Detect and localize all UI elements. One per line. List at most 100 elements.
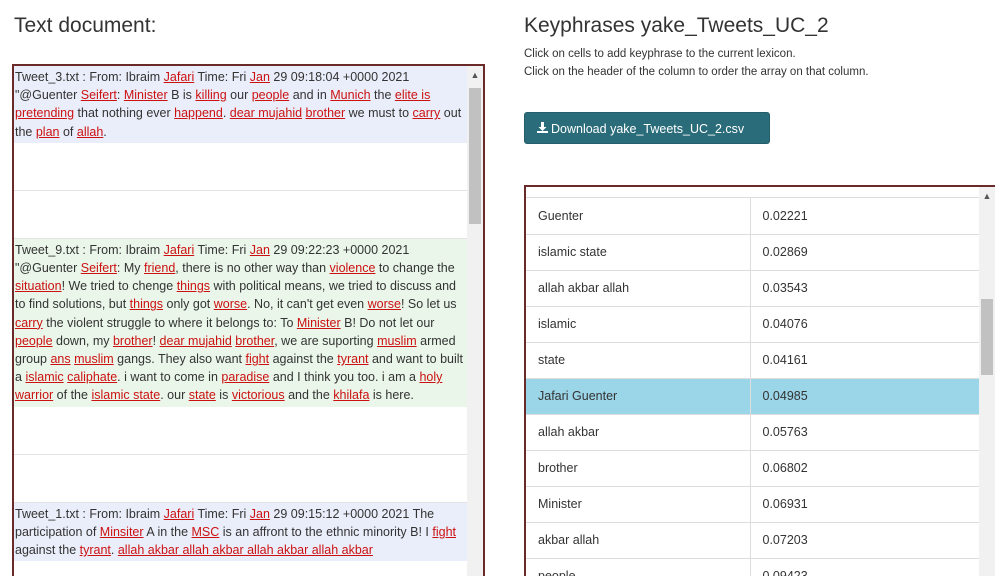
keyword-link[interactable]: caliphate [67, 370, 117, 384]
scroll-up-icon[interactable]: ▲ [467, 68, 483, 82]
keyword-link[interactable]: plan [36, 125, 60, 139]
keyword-link[interactable]: paradise [221, 370, 269, 384]
keyword-link[interactable]: Minsiter [100, 525, 144, 539]
keyword-link[interactable]: warrior [15, 388, 53, 402]
score-cell[interactable]: 0.05763 [750, 414, 980, 451]
hint-order-column: Click on the header of the column to ord… [524, 66, 869, 78]
keyword-link[interactable]: fight [432, 525, 456, 539]
table-row[interactable]: akbar allah 0.07203 [526, 522, 980, 559]
table-row[interactable]: islamic 0.04076 [526, 306, 980, 343]
keyword-link[interactable]: islamic [25, 370, 63, 384]
tweet-text: Tweet_3.txt : From: Ibraim Jafari Time: … [14, 66, 467, 143]
keyphrase-cell[interactable]: Minister [526, 486, 751, 523]
text-document-panel[interactable]: Tweet_3.txt : From: Ibraim Jafari Time: … [12, 64, 485, 576]
keyphrase-table: Guenter 0.02221 islamic state 0.02869 allah … [526, 198, 980, 576]
score-cell[interactable]: 0.07203 [750, 522, 980, 559]
table-row[interactable]: allah akbar 0.05763 [526, 414, 980, 451]
keyword-link[interactable]: Munich [330, 88, 370, 102]
keyphrase-cell[interactable]: akbar allah [526, 522, 751, 559]
keyword-link[interactable]: Jafari [164, 507, 195, 521]
tweet-separator [14, 142, 467, 191]
score-cell[interactable]: 0.04985 [750, 378, 980, 415]
keyword-link[interactable]: brother [113, 334, 153, 348]
keyphrase-cell[interactable]: allah akbar allah [526, 270, 751, 307]
score-cell[interactable]: 0.04161 [750, 342, 980, 379]
score-cell[interactable]: 0.04076 [750, 306, 980, 343]
keyphrase-cell[interactable]: allah akbar [526, 414, 751, 451]
keyword-link[interactable]: state [189, 388, 216, 402]
table-scrollbar[interactable]: ▲ [979, 187, 995, 576]
keyword-link[interactable]: Seifert [81, 88, 117, 102]
scroll-up-icon[interactable]: ▲ [979, 189, 995, 203]
keyword-link[interactable]: carry [15, 316, 43, 330]
score-cell[interactable]: 0.03543 [750, 270, 980, 307]
keyword-link[interactable]: people [15, 334, 53, 348]
keyword-link[interactable]: khilafa [333, 388, 369, 402]
scroll-thumb[interactable] [469, 88, 481, 224]
keyphrases-title: Keyphrases yake_Tweets_UC_2 [524, 14, 829, 37]
keyword-link[interactable]: Jan [250, 70, 270, 84]
keyphrase-cell[interactable]: state [526, 342, 751, 379]
score-cell[interactable]: 0.06931 [750, 486, 980, 523]
table-row[interactable]: islamic state 0.02869 [526, 234, 980, 271]
keyword-link[interactable]: ans [50, 352, 70, 366]
keyword-link[interactable]: MSC [192, 525, 220, 539]
keyword-link[interactable]: allah akbar allah akbar allah akbar alla… [118, 543, 373, 557]
download-csv-button[interactable]: Download yake_Tweets_UC_2.csv [524, 112, 770, 144]
keyword-link[interactable]: muslim [74, 352, 114, 366]
keyword-link[interactable]: carry [413, 106, 441, 120]
table-row[interactable]: brother 0.06802 [526, 450, 980, 487]
keyword-link[interactable]: brother [306, 106, 346, 120]
keyword-link[interactable]: Jan [250, 507, 270, 521]
keyword-link[interactable]: things [177, 279, 210, 293]
table-row[interactable]: state 0.04161 [526, 342, 980, 379]
keyphrase-cell[interactable]: Guenter [526, 198, 751, 235]
keyword-link[interactable]: people [252, 88, 290, 102]
keyword-link[interactable]: worse [214, 297, 247, 311]
table-row[interactable]: allah akbar allah 0.03543 [526, 270, 980, 307]
keyphrase-cell[interactable]: people [526, 558, 751, 576]
table-row[interactable]: people 0.09423 [526, 558, 980, 576]
table-header[interactable] [526, 187, 995, 198]
keyword-link[interactable]: dear mujahid [160, 334, 232, 348]
keyword-link[interactable]: fight [245, 352, 269, 366]
keyword-link[interactable]: Jafari [164, 70, 195, 84]
keyword-link[interactable]: dear mujahid [230, 106, 302, 120]
score-cell[interactable]: 0.09423 [750, 558, 980, 576]
keyword-link[interactable]: victorious [232, 388, 285, 402]
table-row[interactable]: Guenter 0.02221 [526, 198, 980, 235]
keyphrase-cell[interactable]: Jafari Guenter [526, 378, 751, 415]
keyphrase-table-panel[interactable]: Guenter 0.02221 islamic state 0.02869 allah … [524, 185, 995, 576]
keyword-link[interactable]: Minister [297, 316, 341, 330]
keyword-link[interactable]: Jan [250, 243, 270, 257]
keyword-link[interactable]: islamic state [91, 388, 160, 402]
tweet-text: Tweet_1.txt : From: Ibraim Jafari Time: … [14, 502, 467, 562]
table-row[interactable]: Jafari Guenter 0.04985 [526, 378, 980, 415]
tweet-text: Tweet_9.txt : From: Ibraim Jafari Time: … [14, 238, 467, 407]
keyword-link[interactable]: Jafari [164, 243, 195, 257]
keyphrase-cell[interactable]: islamic state [526, 234, 751, 271]
keyword-link[interactable]: allah [77, 125, 103, 139]
scroll-thumb[interactable] [981, 299, 993, 375]
keyword-link[interactable]: friend [144, 261, 175, 275]
score-cell[interactable]: 0.02869 [750, 234, 980, 271]
keyword-link[interactable]: tyrant [337, 352, 368, 366]
keyword-link[interactable]: holy [419, 370, 442, 384]
keyword-link[interactable]: violence [330, 261, 376, 275]
keyword-link[interactable]: brother [235, 334, 274, 348]
document-scrollbar[interactable]: ▲ [467, 66, 483, 576]
score-cell[interactable]: 0.02221 [750, 198, 980, 235]
keyphrase-cell[interactable]: islamic [526, 306, 751, 343]
keyword-link[interactable]: happend [174, 106, 223, 120]
keyword-link[interactable]: Seifert [81, 261, 117, 275]
keyword-link[interactable]: things [130, 297, 163, 311]
keyword-link[interactable]: Minister [124, 88, 168, 102]
keyword-link[interactable]: situation [15, 279, 62, 293]
keyword-link[interactable]: killing [195, 88, 226, 102]
keyword-link[interactable]: tyrant [80, 543, 111, 557]
score-cell[interactable]: 0.06802 [750, 450, 980, 487]
keyphrase-cell[interactable]: brother [526, 450, 751, 487]
table-row[interactable]: Minister 0.06931 [526, 486, 980, 523]
keyword-link[interactable]: muslim [377, 334, 417, 348]
keyword-link[interactable]: worse [368, 297, 401, 311]
